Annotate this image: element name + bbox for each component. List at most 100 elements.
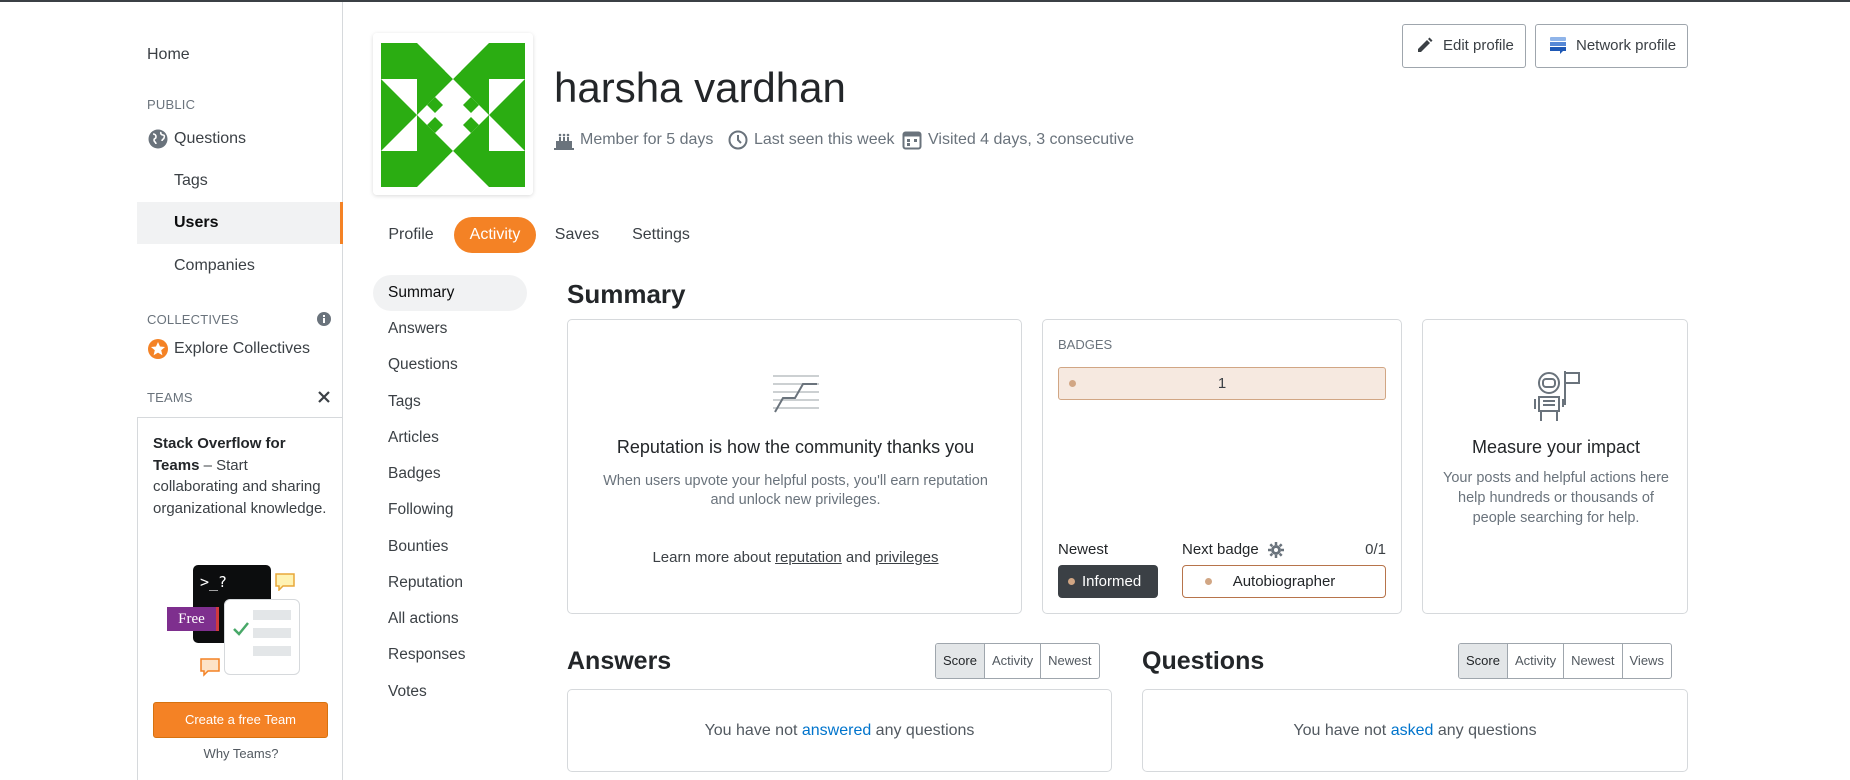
badges-card: BADGES 1 Newest Next badge 0/1 Informed … — [1042, 319, 1402, 614]
privileges-link[interactable]: privileges — [875, 549, 938, 566]
learn-more-and: and — [841, 549, 876, 566]
tab-profile[interactable]: Profile — [373, 217, 449, 253]
subnav-tags[interactable]: Tags — [373, 384, 527, 420]
answered-link[interactable]: answered — [802, 722, 871, 739]
reputation-card: Reputation is how the community thanks y… — [567, 319, 1022, 614]
questions-empty-state: You have not asked any questions — [1142, 689, 1688, 772]
checklist-line — [253, 628, 291, 638]
profile-name: harsha vardhan — [554, 64, 846, 111]
left-sidebar: Home PUBLIC Questions Tags Users Compani… — [137, 2, 343, 780]
tab-activity[interactable]: Activity — [454, 217, 536, 253]
answers-sort-score[interactable]: Score — [936, 644, 984, 678]
edit-profile-label: Edit profile — [1443, 37, 1514, 54]
nav-users[interactable]: Users — [137, 202, 343, 244]
newest-badge[interactable]: Informed — [1058, 565, 1158, 598]
answers-empty-suffix: any questions — [871, 722, 975, 739]
last-seen: Last seen this week — [728, 129, 895, 151]
summary-title: Summary — [567, 279, 686, 309]
collectives-icon — [148, 339, 168, 359]
pencil-icon — [1418, 37, 1433, 52]
next-badge-name: Autobiographer — [1232, 573, 1336, 590]
badges-heading: BADGES — [1058, 337, 1113, 352]
tab-settings[interactable]: Settings — [621, 217, 701, 253]
create-team-button[interactable]: Create a free Team — [153, 702, 328, 738]
chat-bubble-icon — [200, 658, 220, 677]
tab-saves[interactable]: Saves — [545, 217, 609, 253]
bronze-count: 1 — [1217, 375, 1227, 392]
calendar-icon — [902, 131, 922, 150]
nav-tags[interactable]: Tags — [137, 160, 343, 202]
answers-sort-activity[interactable]: Activity — [983, 644, 1040, 678]
questions-empty-suffix: any questions — [1433, 722, 1537, 739]
answers-title: Answers — [567, 647, 672, 675]
checklist-card — [224, 599, 300, 675]
subnav-answers[interactable]: Answers — [373, 311, 527, 347]
subnav-all-actions[interactable]: All actions — [373, 601, 527, 637]
nav-companies[interactable]: Companies — [137, 245, 343, 287]
nav-explore-collectives-label: Explore Collectives — [174, 340, 311, 357]
subnav-badges[interactable]: Badges — [373, 456, 527, 492]
member-for-text: Member for 5 days — [580, 131, 714, 148]
visited: Visited 4 days, 3 consecutive — [902, 129, 1134, 151]
why-teams-link[interactable]: Why Teams? — [138, 746, 344, 761]
bronze-dot-icon — [1069, 380, 1076, 387]
teams-promo: Stack Overflow for Teams – Start collabo… — [137, 417, 343, 780]
nav-heading-public: PUBLIC — [147, 97, 196, 112]
subnav-votes[interactable]: Votes — [373, 674, 527, 710]
nav-questions-label: Questions — [174, 130, 247, 147]
identicon — [373, 33, 533, 195]
learn-more-prefix: Learn more about — [652, 549, 776, 566]
avatar[interactable] — [373, 33, 533, 195]
subnav-bounties[interactable]: Bounties — [373, 529, 527, 565]
member-for: Member for 5 days — [554, 129, 713, 151]
answers-sort-newest[interactable]: Newest — [1040, 644, 1098, 678]
newest-badge-label: Informed — [1082, 573, 1142, 590]
network-profile-button[interactable]: Network profile — [1535, 24, 1688, 68]
subnav-reputation[interactable]: Reputation — [373, 565, 527, 601]
impact-card: Measure your impact Your posts and helpf… — [1422, 319, 1688, 614]
next-badge-progress: 0/1 — [1365, 541, 1386, 558]
subnav-following[interactable]: Following — [373, 492, 527, 528]
newest-label: Newest — [1058, 541, 1109, 558]
impact-heading: Measure your impact — [1471, 437, 1641, 457]
info-icon[interactable] — [316, 311, 332, 327]
last-seen-text: Last seen this week — [754, 131, 895, 148]
reputation-chart-icon — [773, 375, 819, 413]
asked-link[interactable]: asked — [1391, 722, 1434, 739]
questions-empty-prefix: You have not — [1293, 722, 1391, 739]
next-badge[interactable]: Autobiographer — [1182, 565, 1386, 598]
learn-more-line: Learn more about reputation and privileg… — [568, 549, 1023, 566]
stack-exchange-icon — [1550, 37, 1566, 54]
questions-sort-newest[interactable]: Newest — [1563, 644, 1621, 678]
gear-icon[interactable] — [1268, 542, 1284, 558]
clock-icon — [728, 130, 748, 150]
edit-profile-button[interactable]: Edit profile — [1402, 24, 1526, 68]
network-profile-label: Network profile — [1576, 37, 1677, 54]
nav-home[interactable]: Home — [137, 34, 343, 76]
bronze-dot-icon — [1205, 578, 1212, 585]
questions-sort-score[interactable]: Score — [1459, 644, 1507, 678]
bronze-dot-icon — [1068, 578, 1075, 585]
subnav-responses[interactable]: Responses — [373, 637, 527, 673]
answers-empty-state: You have not answered any questions — [567, 689, 1112, 772]
teams-illustration: >_? Free — [146, 565, 336, 683]
reputation-link[interactable]: reputation — [775, 549, 842, 566]
close-icon[interactable] — [317, 390, 331, 404]
questions-sort-views[interactable]: Views — [1621, 644, 1671, 678]
subnav-summary[interactable]: Summary — [373, 275, 527, 311]
nav-questions[interactable]: Questions — [137, 118, 343, 160]
next-badge-label: Next badge — [1182, 541, 1259, 558]
answers-sort-toggle: Score Activity Newest — [935, 643, 1100, 679]
teams-promo-text: Stack Overflow for Teams – Start collabo… — [153, 433, 333, 519]
reputation-text: When users upvote your helpful posts, yo… — [603, 473, 988, 508]
chat-bubble-icon — [275, 573, 295, 591]
bronze-badge-count[interactable]: 1 — [1058, 367, 1386, 400]
questions-sort-activity[interactable]: Activity — [1506, 644, 1563, 678]
subnav-questions[interactable]: Questions — [373, 347, 527, 383]
check-icon — [233, 622, 249, 636]
free-tag: Free — [167, 607, 219, 631]
subnav-articles[interactable]: Articles — [373, 420, 527, 456]
nav-heading-collectives: COLLECTIVES — [147, 312, 239, 327]
nav-explore-collectives[interactable]: Explore Collectives — [137, 328, 343, 370]
nav-heading-teams: TEAMS — [147, 390, 193, 405]
